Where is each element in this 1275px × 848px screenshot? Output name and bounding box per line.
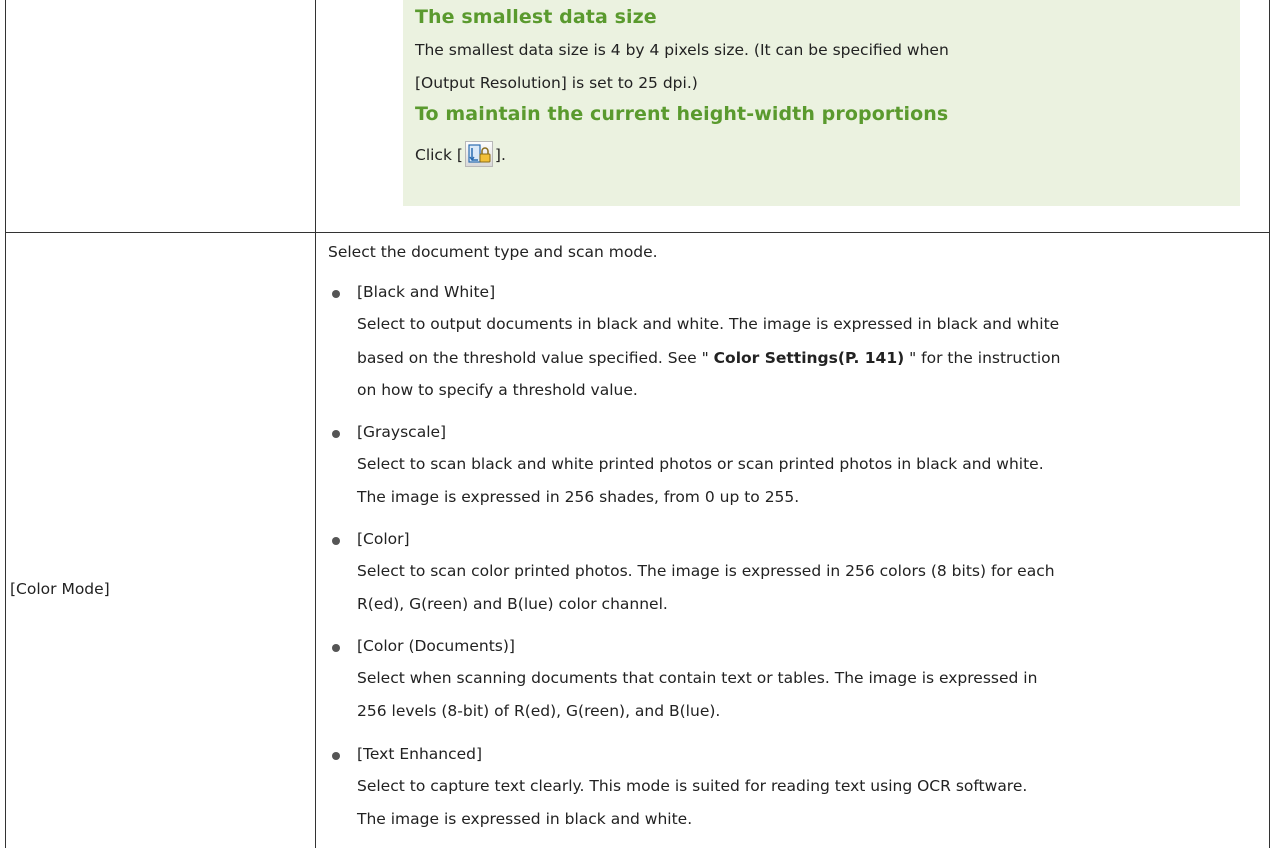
item-text-line: R(ed), G(reen) and B(lue) color channel.: [357, 595, 668, 613]
color-mode-label: [Color Mode]: [10, 580, 110, 598]
item-text-line: Select to scan black and white printed p…: [357, 455, 1044, 473]
bullet-marker: [332, 537, 340, 545]
table-left-border: [5, 0, 6, 848]
table-right-border: [1269, 0, 1270, 848]
note-click-instruction: Click [ ].: [415, 141, 506, 167]
note-text-line: [Output Resolution] is set to 25 dpi.): [415, 74, 698, 92]
bullet-marker: [332, 290, 340, 298]
item-text-line: Select to output documents in black and …: [357, 315, 1060, 333]
item-title-color-documents: [Color (Documents)]: [357, 637, 515, 655]
color-settings-link[interactable]: Color Settings(P. 141): [714, 349, 905, 367]
color-mode-intro: Select the document type and scan mode.: [328, 243, 658, 261]
item-text-line: 256 levels (8-bit) of R(ed), G(reen), an…: [357, 702, 721, 720]
item-title-text-enhanced: [Text Enhanced]: [357, 745, 483, 763]
item-text-line: Select to scan color printed photos. The…: [357, 562, 1055, 580]
table-row-divider: [5, 232, 1270, 233]
note-heading-smallest-size: The smallest data size: [415, 6, 657, 28]
note-text-line: The smallest data size is 4 by 4 pixels …: [415, 41, 949, 59]
item-text-line: The image is expressed in black and whit…: [357, 810, 693, 828]
click-prefix: Click [: [415, 146, 463, 164]
item-title-color: [Color]: [357, 530, 410, 548]
item-text-line: based on the threshold value specified. …: [357, 349, 1060, 367]
item-title-grayscale: [Grayscale]: [357, 423, 447, 441]
bullet-marker: [332, 752, 340, 760]
item-text-line: Select when scanning documents that cont…: [357, 669, 1038, 687]
click-suffix: ].: [494, 146, 506, 164]
text-segment: " for the instruction: [904, 349, 1061, 367]
keep-ratio-lock-icon: [464, 141, 493, 167]
note-box: The smallest data size The smallest data…: [403, 0, 1240, 206]
item-text-line: on how to specify a threshold value.: [357, 381, 638, 399]
bullet-marker: [332, 644, 340, 652]
text-segment: based on the threshold value specified. …: [357, 349, 714, 367]
table-column-divider: [315, 0, 316, 848]
bullet-marker: [332, 430, 340, 438]
item-text-line: Select to capture text clearly. This mod…: [357, 777, 1028, 795]
item-text-line: The image is expressed in 256 shades, fr…: [357, 488, 800, 506]
note-heading-proportions: To maintain the current height-width pro…: [415, 103, 949, 125]
item-title-black-and-white: [Black and White]: [357, 283, 496, 301]
settings-table: The smallest data size The smallest data…: [0, 0, 1275, 848]
